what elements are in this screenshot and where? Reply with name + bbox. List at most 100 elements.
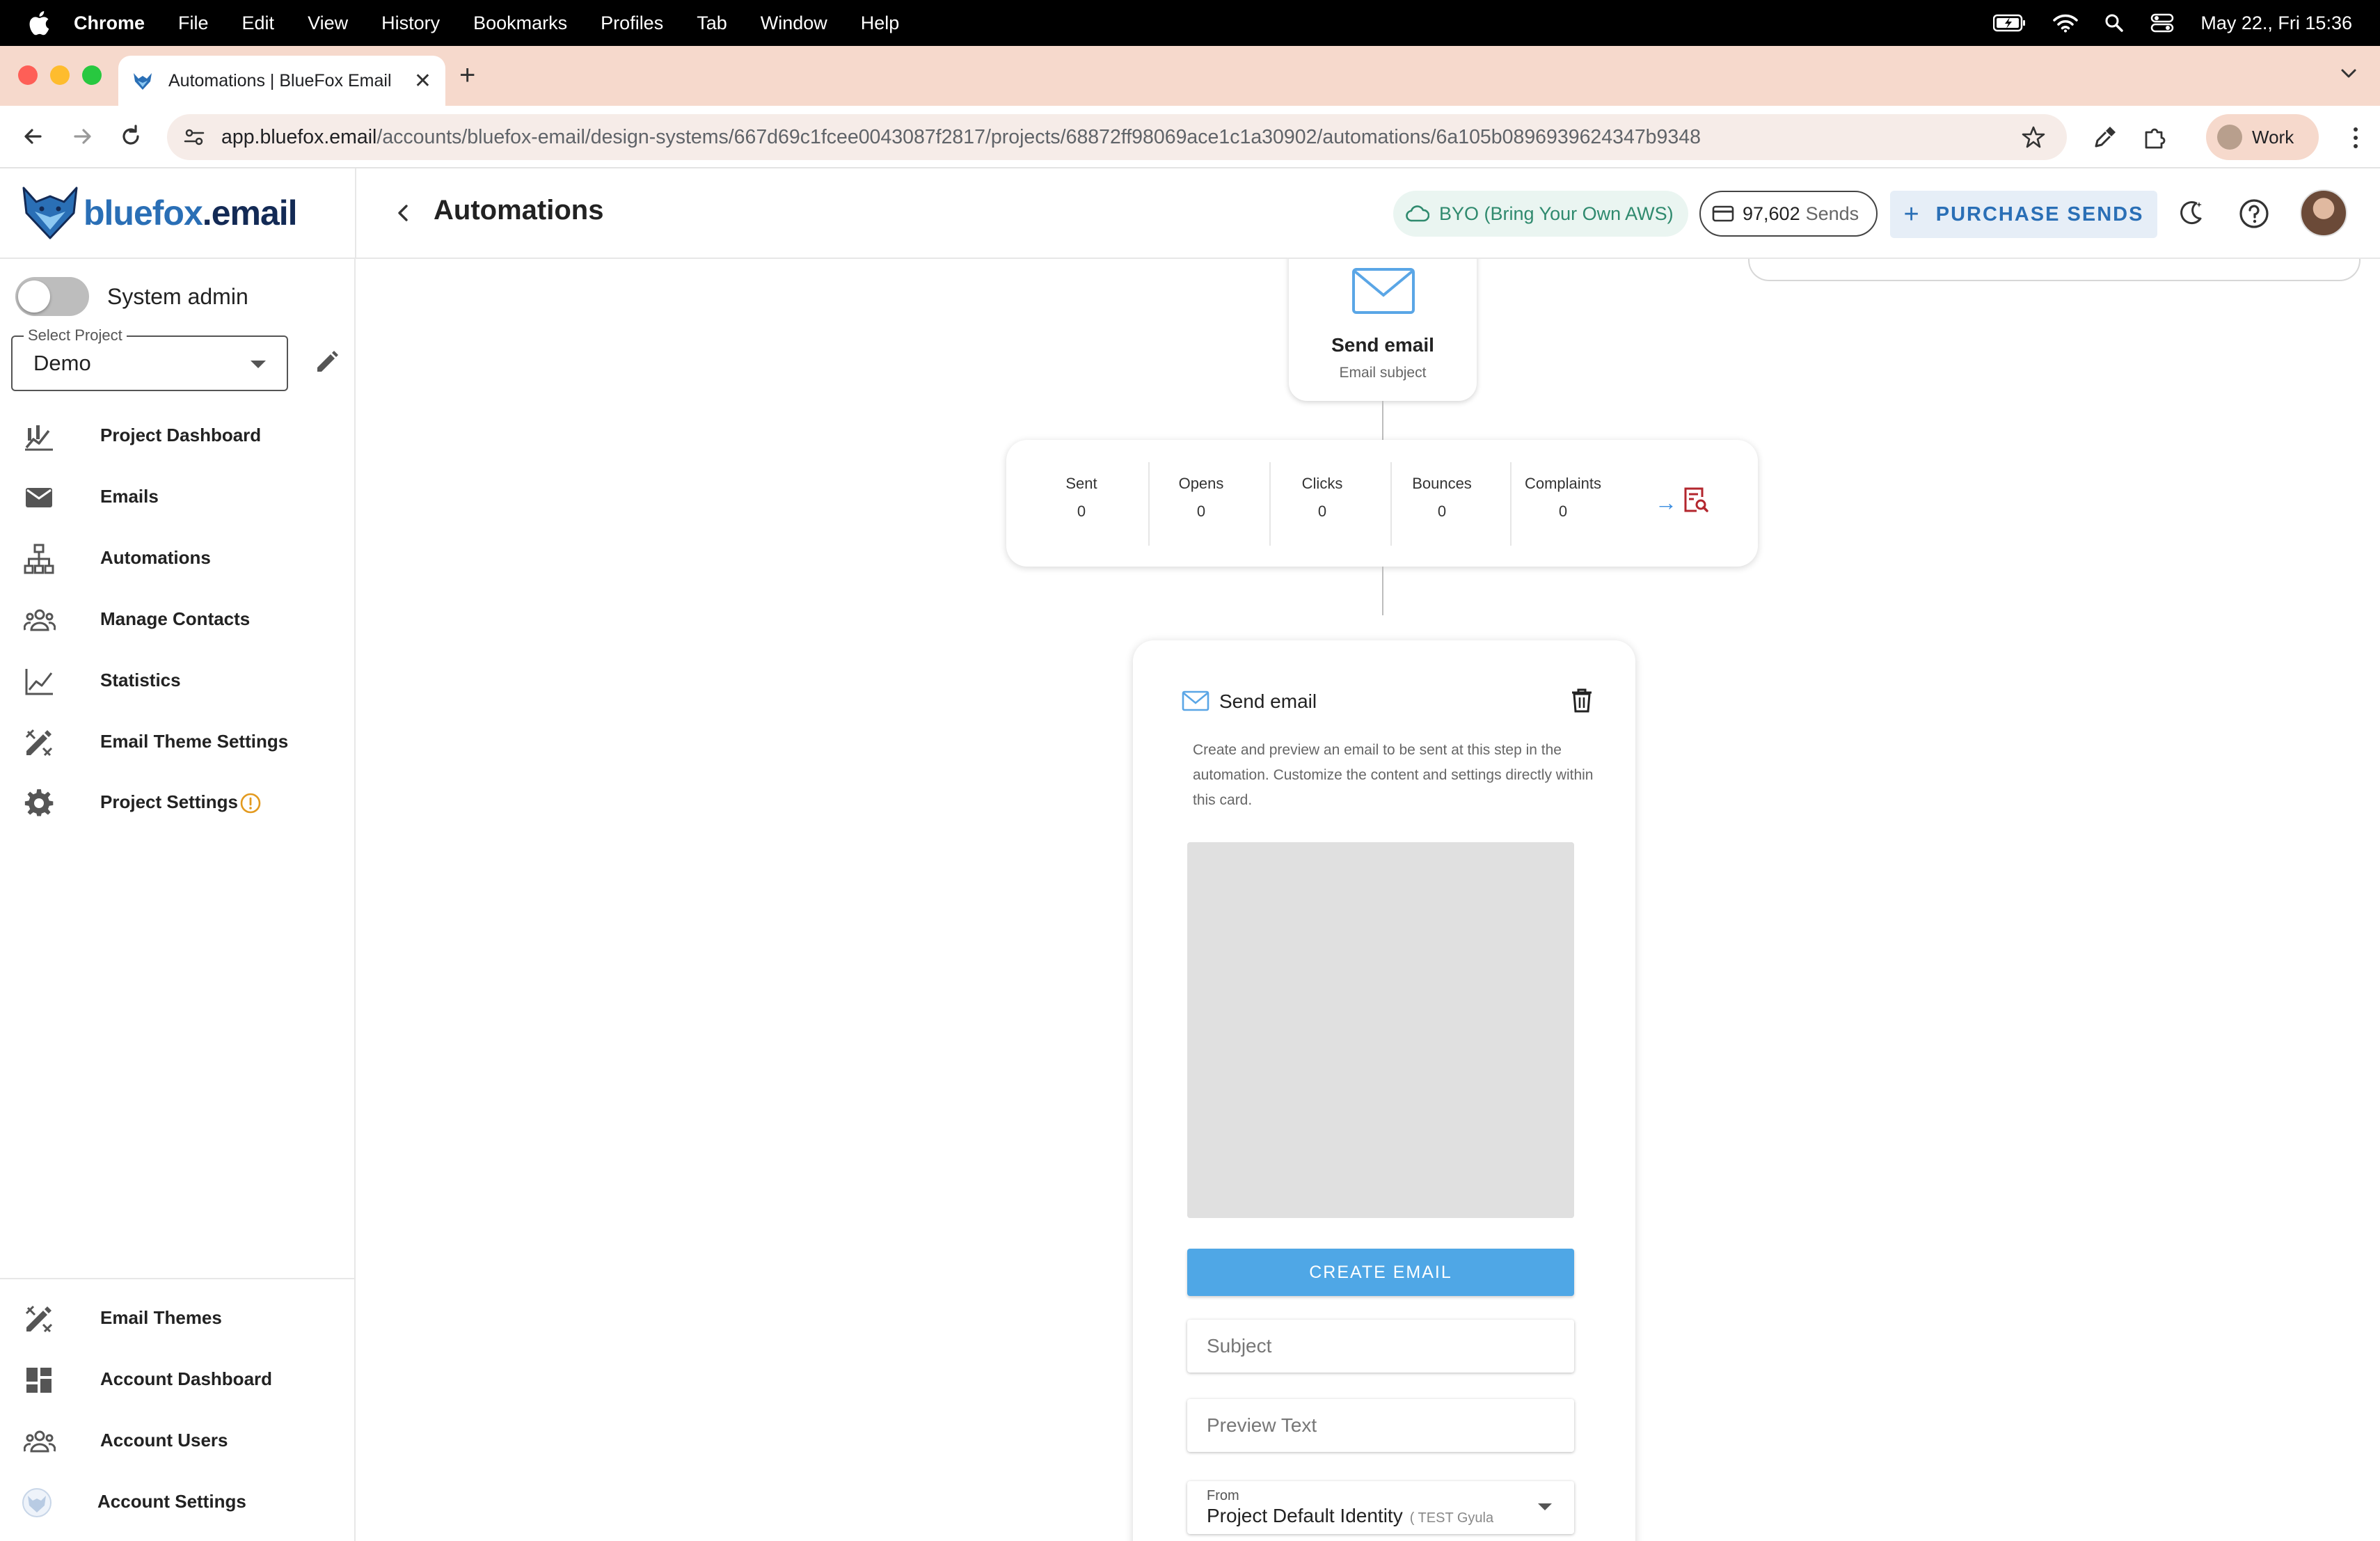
- sends-balance-chip[interactable]: 97,602 Sends: [1699, 191, 1878, 237]
- menu-help[interactable]: Help: [861, 13, 900, 34]
- apple-logo-icon[interactable]: [26, 9, 50, 37]
- menu-edit[interactable]: Edit: [242, 13, 275, 34]
- design-tools-icon: [25, 1305, 53, 1333]
- spotlight-search-icon[interactable]: [2104, 13, 2124, 33]
- sidebar-item-project-dashboard[interactable]: Project Dashboard: [0, 407, 355, 463]
- profile-chip[interactable]: Work: [2206, 114, 2319, 160]
- preview-text-field[interactable]: [1187, 1399, 1574, 1452]
- help-icon[interactable]: [2238, 198, 2270, 230]
- menu-file[interactable]: File: [178, 13, 209, 34]
- stat-label: Sent: [1065, 475, 1097, 492]
- macos-menubar: Chrome File Edit View History Bookmarks …: [0, 0, 2380, 46]
- envelope-icon: [1352, 268, 1415, 314]
- browser-tab-active[interactable]: Automations | BlueFox Email ✕: [118, 56, 445, 106]
- address-bar[interactable]: app.bluefox.email/accounts/bluefox-email…: [167, 114, 2067, 160]
- bookmark-star-icon[interactable]: [2021, 125, 2046, 150]
- menu-bookmarks[interactable]: Bookmarks: [473, 13, 567, 34]
- sidebar-item-label: Account Dashboard: [100, 1368, 273, 1389]
- mail-icon: [26, 488, 52, 507]
- people-icon: [24, 609, 56, 631]
- sidebar-item-label: Account Settings: [97, 1490, 246, 1512]
- fox-logo-icon: [22, 1488, 51, 1517]
- system-admin-toggle[interactable]: [15, 277, 89, 316]
- edit-pencil-icon[interactable]: [312, 348, 341, 377]
- menu-app-name[interactable]: Chrome: [74, 13, 145, 34]
- sidebar-item-emails[interactable]: Emails: [0, 468, 355, 524]
- purchase-sends-button[interactable]: + PURCHASE SENDS: [1890, 191, 2157, 238]
- menu-history[interactable]: History: [381, 13, 440, 34]
- window-minimize-button[interactable]: [50, 65, 70, 85]
- sidebar-item-account-dashboard[interactable]: Account Dashboard: [0, 1351, 355, 1407]
- menu-view[interactable]: View: [308, 13, 348, 34]
- battery-icon[interactable]: [1993, 14, 2026, 32]
- chrome-menu-icon[interactable]: [2351, 125, 2361, 150]
- back-arrow-icon[interactable]: [19, 123, 47, 150]
- forward-arrow-icon[interactable]: [68, 123, 96, 150]
- automation-canvas[interactable]: Send email Email subject Sent 0 Opens 0 …: [356, 259, 2380, 1541]
- back-chevron-icon[interactable]: [391, 200, 416, 226]
- report-search-icon[interactable]: [1681, 486, 1709, 514]
- reload-icon[interactable]: [117, 123, 145, 150]
- from-value: Project Default Identity ( TEST Gyula: [1207, 1505, 1493, 1527]
- menu-window[interactable]: Window: [761, 13, 827, 34]
- email-preview-area[interactable]: [1187, 842, 1574, 1218]
- sidebar-item-statistics[interactable]: Statistics: [0, 652, 355, 708]
- bluefox-logo[interactable]: bluefox.email: [21, 185, 298, 241]
- sidebar-item-project-settings[interactable]: Project Settings: [0, 774, 355, 830]
- envelope-icon: [1182, 690, 1209, 711]
- extensions-puzzle-icon[interactable]: [2142, 124, 2168, 150]
- subject-input[interactable]: [1187, 1320, 1574, 1373]
- byo-aws-chip[interactable]: BYO (Bring Your Own AWS): [1393, 191, 1688, 237]
- browser-toolbar: app.bluefox.email/accounts/bluefox-email…: [0, 106, 2380, 168]
- sidebar-item-account-users[interactable]: Account Users: [0, 1412, 355, 1468]
- logo-wordmark: bluefox.email: [84, 193, 298, 233]
- tab-search-chevron-icon[interactable]: [2338, 63, 2359, 84]
- wifi-icon[interactable]: [2053, 13, 2079, 33]
- tab-close-icon[interactable]: ✕: [414, 69, 431, 93]
- create-email-button[interactable]: CREATE EMAIL: [1187, 1249, 1574, 1296]
- sidebar-item-account-settings[interactable]: Account Settings: [0, 1473, 355, 1529]
- select-project-dropdown[interactable]: Select Project Demo: [11, 326, 288, 391]
- card-description: Create and preview an email to be sent a…: [1193, 742, 1594, 808]
- send-email-node[interactable]: Send email Email subject: [1289, 259, 1477, 401]
- cloud-icon: [1406, 205, 1429, 222]
- sidebar-item-label: Email Theme Settings: [100, 730, 289, 752]
- line-chart-icon: [25, 669, 53, 695]
- stat-value: 0: [1437, 503, 1447, 520]
- sidebar-item-label: Account Users: [100, 1429, 228, 1451]
- tab-title: Automations | BlueFox Email: [168, 70, 392, 90]
- warning-info-icon[interactable]: [239, 792, 262, 814]
- send-email-editor-card: Send email Create and preview an email t…: [1133, 640, 1635, 1541]
- from-select[interactable]: From Project Default Identity ( TEST Gyul…: [1187, 1481, 1574, 1534]
- menubar-datetime[interactable]: May 22., Fri 15:36: [2200, 13, 2352, 34]
- from-identity-detail: ( TEST Gyula: [1409, 1510, 1494, 1526]
- offscreen-node-card[interactable]: [1748, 259, 2361, 281]
- site-settings-icon[interactable]: [182, 125, 206, 149]
- bluefox-favicon-icon: [134, 73, 152, 90]
- sidebar-item-email-themes[interactable]: Email Themes: [0, 1290, 355, 1345]
- sidebar-item-manage-contacts[interactable]: Manage Contacts: [0, 591, 355, 647]
- user-avatar[interactable]: [2300, 189, 2347, 237]
- delete-trash-icon[interactable]: [1570, 688, 1594, 713]
- dropdown-caret-icon: [1538, 1503, 1552, 1510]
- browser-tab-strip: Automations | BlueFox Email ✕ +: [0, 46, 2380, 106]
- eyedropper-extension-icon[interactable]: [2092, 124, 2118, 150]
- window-zoom-button[interactable]: [82, 65, 102, 85]
- sidebar-item-email-theme-settings[interactable]: Email Theme Settings: [0, 713, 355, 769]
- stat-label: Complaints: [1524, 475, 1602, 492]
- system-admin-row: System admin: [15, 277, 248, 316]
- url-text[interactable]: app.bluefox.email/accounts/bluefox-email…: [221, 126, 2021, 149]
- url-path: /accounts/bluefox-email/design-systems/6…: [376, 125, 1701, 148]
- new-tab-button[interactable]: +: [459, 61, 475, 89]
- control-center-icon[interactable]: [2150, 13, 2174, 33]
- url-host: app.bluefox.email: [221, 125, 377, 148]
- preview-text-input[interactable]: [1187, 1399, 1574, 1452]
- stats-arrow-icon[interactable]: →: [1655, 490, 1677, 516]
- dark-mode-icon[interactable]: [2175, 198, 2206, 228]
- sidebar-item-automations[interactable]: Automations: [0, 530, 355, 585]
- menu-profiles[interactable]: Profiles: [601, 13, 663, 34]
- window-close-button[interactable]: [18, 65, 38, 85]
- subject-field[interactable]: [1187, 1320, 1574, 1373]
- hierarchy-icon: [24, 544, 54, 574]
- menu-tab[interactable]: Tab: [697, 13, 727, 34]
